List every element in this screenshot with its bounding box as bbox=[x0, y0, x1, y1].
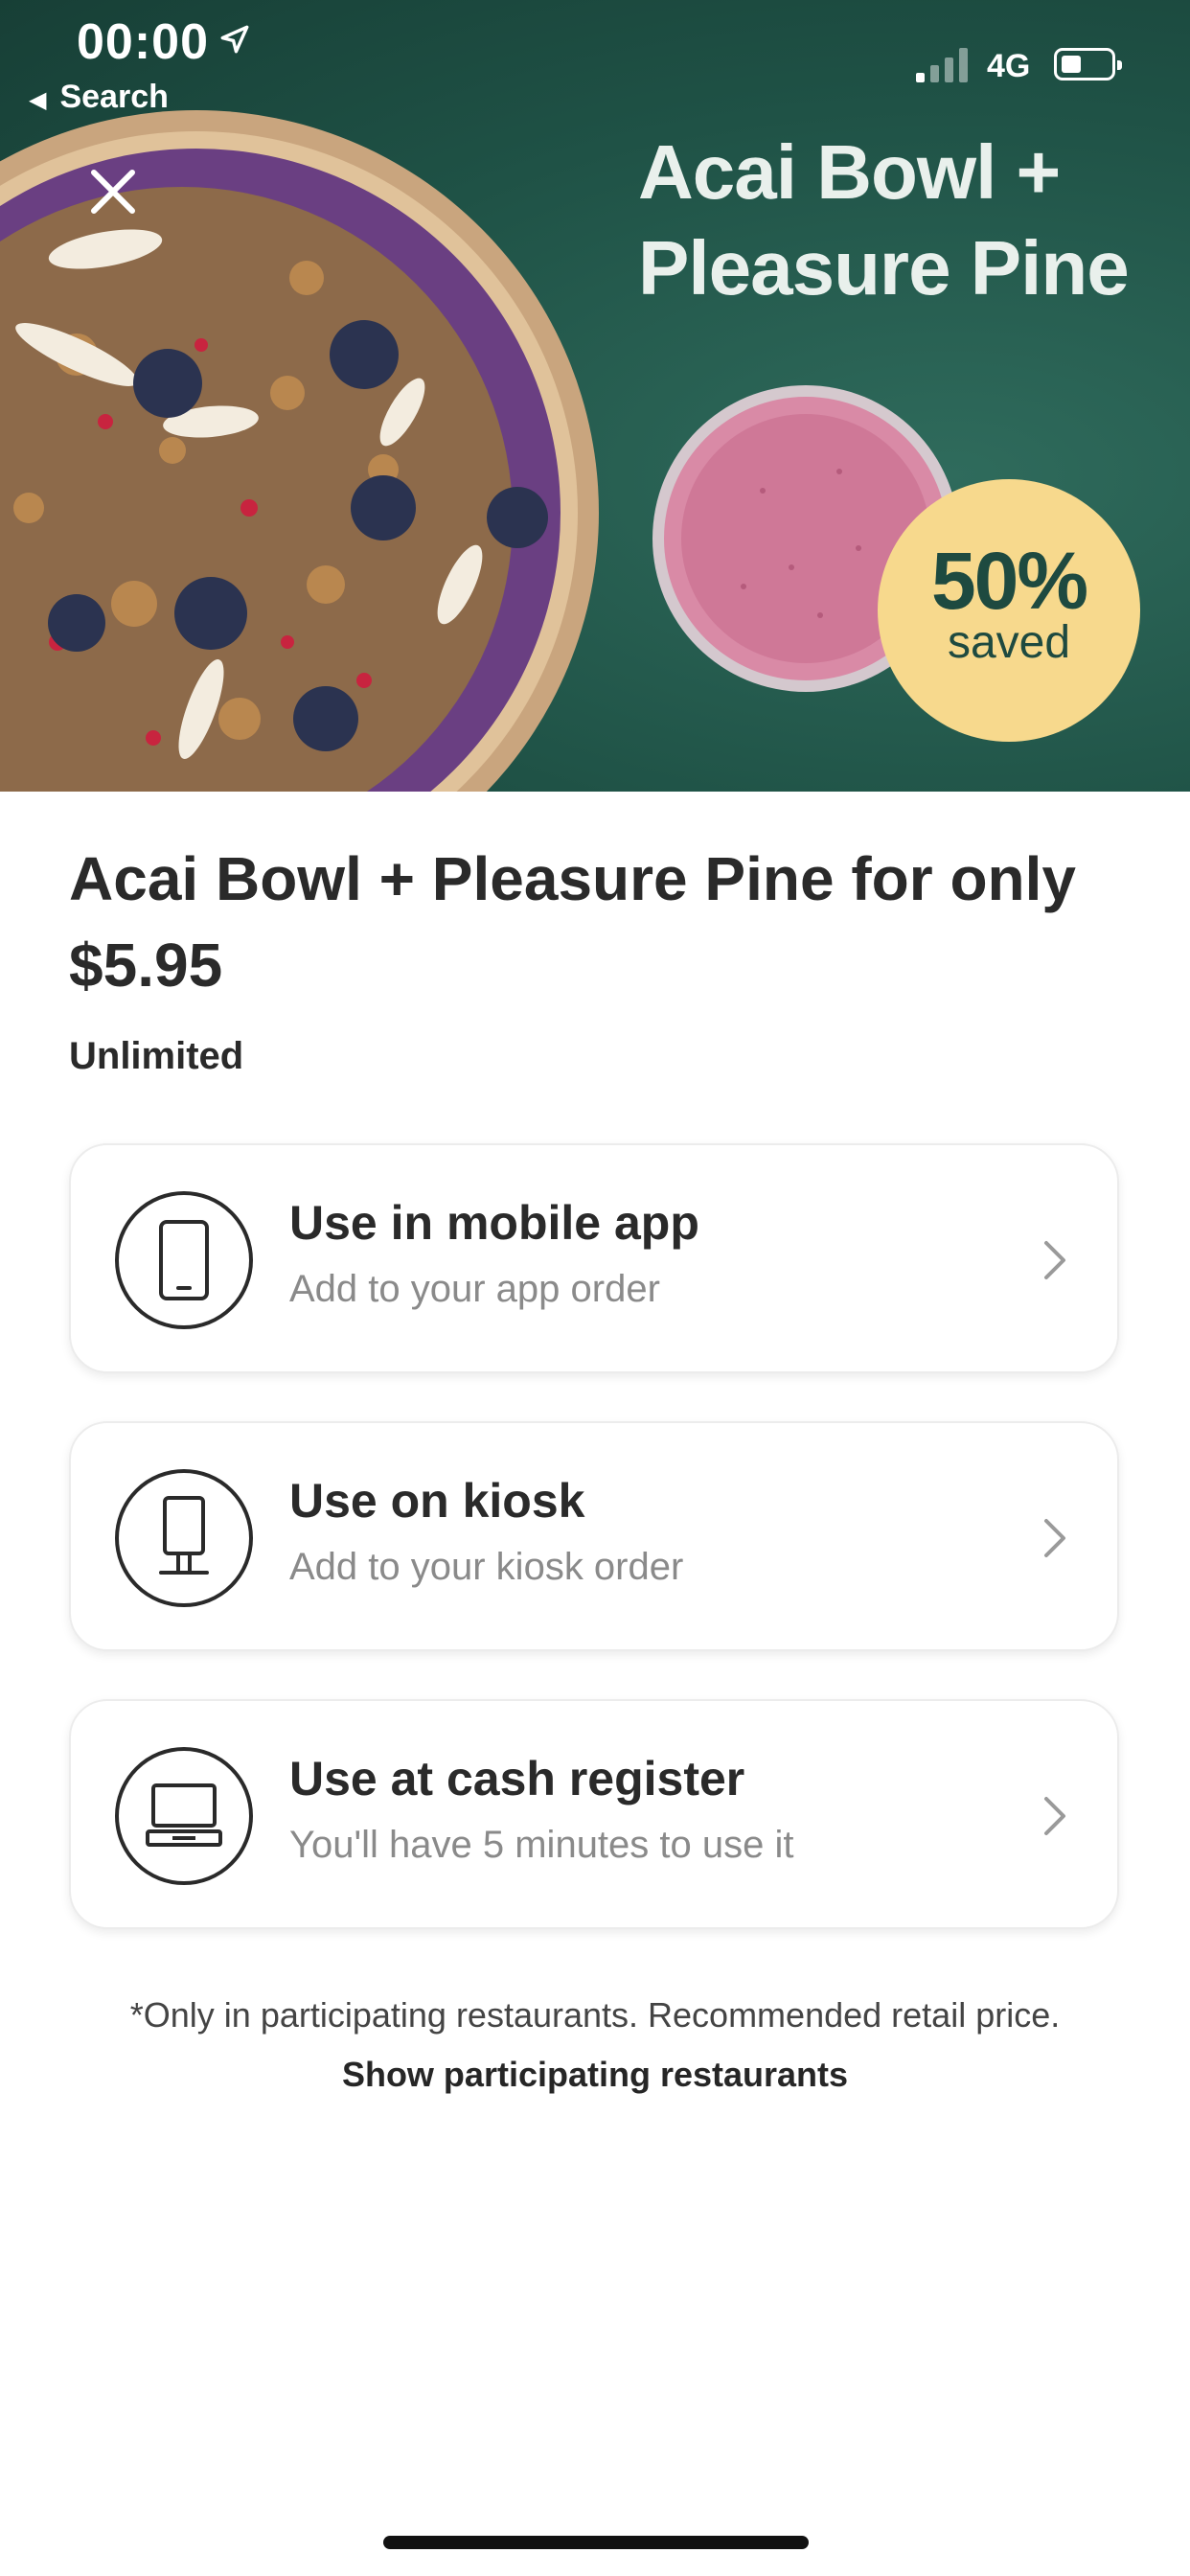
home-indicator[interactable] bbox=[383, 2536, 809, 2549]
location-arrow-icon bbox=[220, 25, 249, 54]
use-on-kiosk-option[interactable]: Use on kiosk Add to your kiosk order bbox=[69, 1421, 1119, 1651]
chevron-right-icon bbox=[1044, 1241, 1065, 1279]
option-subtitle: Add to your app order bbox=[289, 1268, 660, 1310]
show-participating-restaurants-link[interactable]: Show participating restaurants bbox=[0, 2055, 1190, 2095]
chevron-right-icon bbox=[1044, 1519, 1065, 1557]
use-at-cash-register-option[interactable]: Use at cash register You'll have 5 minut… bbox=[69, 1699, 1119, 1929]
kiosk-icon bbox=[115, 1469, 253, 1607]
hero-banner: 00:00 ◀ Search 4G Acai Bowl + Pleasure P… bbox=[0, 0, 1190, 792]
option-title: Use at cash register bbox=[289, 1752, 745, 1806]
discount-badge: 50% saved bbox=[878, 479, 1140, 742]
option-subtitle: Add to your kiosk order bbox=[289, 1546, 684, 1588]
use-in-mobile-app-option[interactable]: Use in mobile app Add to your app order bbox=[69, 1143, 1119, 1373]
discount-label: saved bbox=[947, 617, 1071, 668]
offer-availability: Unlimited bbox=[69, 1035, 244, 1077]
back-to-search-link[interactable]: ◀ Search bbox=[29, 79, 169, 116]
offer-title: Acai Bowl + Pleasure Pine for only $5.95 bbox=[69, 836, 1123, 1008]
chevron-right-icon bbox=[1044, 1797, 1065, 1835]
option-title: Use in mobile app bbox=[289, 1196, 699, 1250]
back-triangle-icon: ◀ bbox=[29, 87, 47, 113]
battery-icon bbox=[1054, 48, 1122, 80]
option-subtitle: You'll have 5 minutes to use it bbox=[289, 1824, 794, 1866]
cash-register-icon bbox=[115, 1747, 253, 1885]
offer-price: $5.95 bbox=[69, 931, 223, 1000]
hero-title: Acai Bowl + Pleasure Pine bbox=[638, 125, 1175, 316]
close-icon[interactable] bbox=[82, 161, 144, 222]
hero-title-line-2: Pleasure Pine bbox=[638, 225, 1130, 310]
network-type: 4G bbox=[987, 48, 1031, 84]
discount-percent: 50% bbox=[930, 536, 1088, 626]
offer-title-text: Acai Bowl + Pleasure Pine for only bbox=[69, 844, 1076, 913]
back-label: Search bbox=[59, 79, 169, 115]
status-bar: 00:00 ◀ Search 4G bbox=[0, 0, 1190, 115]
status-time: 00:00 bbox=[77, 14, 209, 70]
cellular-signal-icon bbox=[916, 48, 968, 82]
mobile-phone-icon bbox=[115, 1191, 253, 1329]
disclaimer-text: *Only in participating restaurants. Reco… bbox=[129, 1995, 1061, 2035]
hero-title-line-1: Acai Bowl + bbox=[638, 129, 1061, 215]
option-title: Use on kiosk bbox=[289, 1474, 585, 1528]
